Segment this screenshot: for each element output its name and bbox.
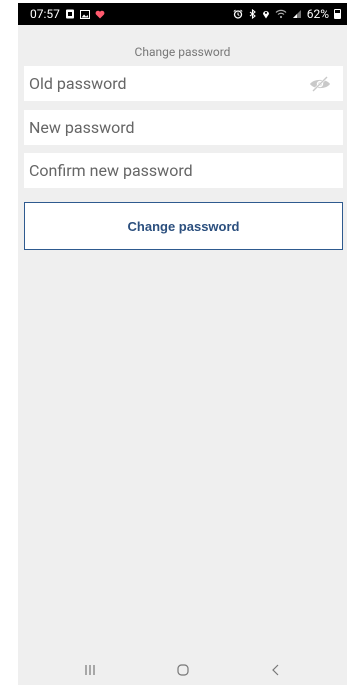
page-title: Change password: [134, 45, 231, 59]
confirm-password-input[interactable]: [29, 153, 331, 188]
change-password-button[interactable]: Change password: [24, 202, 343, 250]
bluetooth-icon: [248, 9, 257, 19]
gallery-icon: [79, 9, 90, 19]
sim-icon: [65, 9, 75, 19]
battery-icon: [334, 9, 341, 19]
wifi-icon: [275, 9, 287, 19]
status-bar: 07:57 62%: [18, 3, 347, 25]
old-password-input[interactable]: [29, 66, 309, 101]
status-left: 07:57: [30, 7, 105, 21]
phone-screen: 07:57 62% Change password Change passwor…: [18, 3, 347, 685]
change-password-button-label: Change password: [127, 218, 240, 234]
battery-percent: 62%: [306, 7, 329, 21]
back-icon[interactable]: [256, 658, 296, 682]
navigation-bar: [18, 655, 347, 685]
status-right: 62%: [233, 7, 341, 21]
alarm-icon: [233, 9, 243, 19]
recents-icon[interactable]: [70, 658, 110, 682]
location-icon: [262, 9, 270, 19]
heart-icon: [95, 10, 105, 19]
confirm-password-field[interactable]: [24, 153, 343, 188]
home-icon[interactable]: [163, 658, 203, 682]
status-time: 07:57: [30, 7, 60, 21]
eye-off-icon[interactable]: [309, 75, 331, 92]
new-password-input[interactable]: [29, 110, 331, 145]
old-password-field[interactable]: [24, 66, 343, 101]
new-password-field[interactable]: [24, 110, 343, 145]
signal-icon: [292, 9, 302, 19]
